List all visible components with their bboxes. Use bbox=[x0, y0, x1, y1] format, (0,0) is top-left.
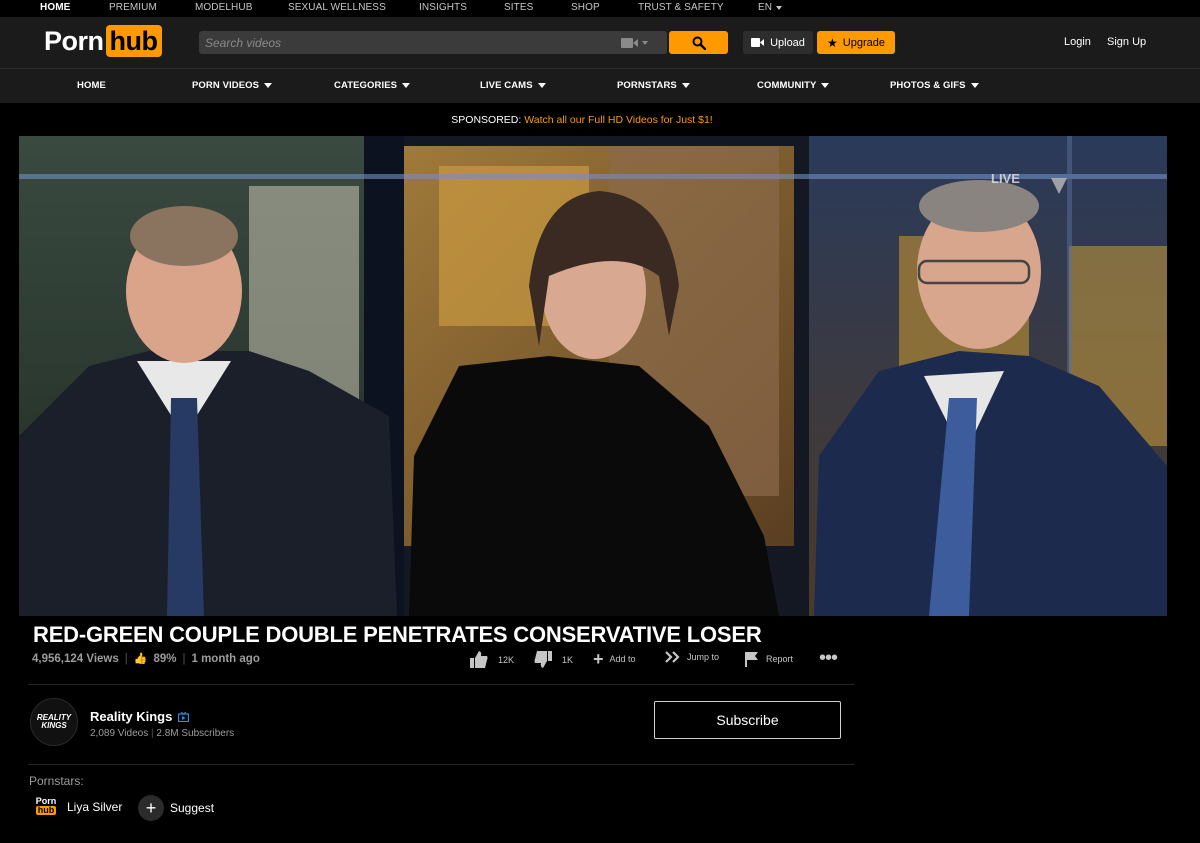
add-to-label: Add to bbox=[609, 654, 636, 664]
signup-link[interactable]: Sign Up bbox=[1107, 36, 1146, 48]
header: Porn hub Upload ★ Upgrade Login Sign Up bbox=[0, 17, 1200, 68]
divider bbox=[28, 684, 854, 685]
separator: | bbox=[182, 652, 186, 665]
top-nav-sites[interactable]: SITES bbox=[504, 2, 533, 13]
search-box bbox=[199, 31, 667, 54]
channel-name-row: Reality Kings bbox=[90, 709, 190, 724]
dislike-button[interactable]: 1K bbox=[534, 651, 573, 668]
top-nav-modelhub[interactable]: MODELHUB bbox=[195, 2, 252, 13]
chevron-down-icon bbox=[776, 5, 783, 10]
sponsored-label: SPONSORED: bbox=[451, 114, 522, 126]
pornstars-label: Pornstars: bbox=[29, 774, 84, 788]
nav-community-label: COMMUNITY bbox=[757, 80, 817, 91]
plus-icon: + bbox=[593, 649, 604, 669]
sponsored-banner: SPONSORED: Watch all our Full HD Videos … bbox=[0, 114, 1164, 126]
channel-subscriber-count: 2.8M Subscribers bbox=[156, 728, 235, 739]
video-frame bbox=[19, 136, 1167, 616]
upload-button[interactable]: Upload bbox=[743, 31, 813, 54]
suggest-label: Suggest bbox=[170, 801, 215, 815]
nav-photos-gifs[interactable]: PHOTOS & GIFS bbox=[890, 80, 979, 91]
top-nav-insights[interactable]: INSIGHTS bbox=[419, 2, 467, 13]
add-to-button[interactable]: + Add to bbox=[593, 649, 636, 669]
logo-porn-text: Porn bbox=[44, 25, 104, 56]
search-input[interactable] bbox=[199, 31, 609, 54]
chevron-down-icon bbox=[970, 83, 979, 88]
channel-avatar[interactable]: REALITY KINGS bbox=[30, 698, 78, 746]
upgrade-label: Upgrade bbox=[842, 36, 885, 49]
nav-live-cams-label: LIVE CAMS bbox=[480, 80, 533, 91]
video-title: RED-GREEN COUPLE DOUBLE PENETRATES CONSE… bbox=[33, 622, 762, 647]
login-link[interactable]: Login bbox=[1064, 36, 1091, 48]
more-dots-icon: ••• bbox=[819, 647, 838, 669]
pornstar-link[interactable]: Liya Silver bbox=[67, 800, 122, 814]
fast-forward-icon bbox=[665, 651, 680, 663]
rating-percent: 89% bbox=[153, 652, 177, 665]
like-button[interactable]: 12K bbox=[470, 651, 514, 668]
channel-video-count: 2,089 Videos bbox=[90, 728, 149, 739]
nav-community[interactable]: COMMUNITY bbox=[757, 80, 830, 91]
language-label: EN bbox=[758, 2, 773, 13]
chevron-down-icon bbox=[402, 83, 411, 88]
divider bbox=[28, 764, 854, 765]
suggest-button[interactable]: + Suggest bbox=[138, 795, 214, 821]
sponsored-link[interactable]: Watch all our Full HD Videos for Just $1… bbox=[524, 114, 713, 126]
nav-live-cams[interactable]: LIVE CAMS bbox=[480, 80, 546, 91]
nav-porn-videos[interactable]: PORN VIDEOS bbox=[192, 80, 273, 91]
top-bar: HOME PREMIUM MODELHUB SEXUAL WELLNESS IN… bbox=[0, 0, 1200, 17]
nav-pornstars[interactable]: PORNSTARS bbox=[617, 80, 690, 91]
chevron-down-icon bbox=[821, 83, 830, 88]
upload-label: Upload bbox=[770, 36, 805, 49]
top-nav-shop[interactable]: SHOP bbox=[571, 2, 600, 13]
dislike-count: 1K bbox=[562, 654, 574, 665]
chevron-down-icon bbox=[264, 83, 273, 88]
separator: | bbox=[124, 652, 128, 665]
subscribe-button[interactable]: Subscribe bbox=[654, 701, 841, 739]
chevron-down-icon bbox=[537, 83, 546, 88]
pornstar-badge-icon: Porn hub bbox=[35, 797, 57, 817]
jump-to-label: Jump to bbox=[687, 652, 720, 662]
main-nav: HOME PORN VIDEOS CATEGORIES LIVE CAMS PO… bbox=[0, 68, 1200, 103]
star-icon: ★ bbox=[827, 35, 838, 50]
upgrade-button[interactable]: ★ Upgrade bbox=[817, 31, 895, 54]
jump-to-button[interactable]: Jump to bbox=[665, 651, 719, 663]
nav-porn-videos-label: PORN VIDEOS bbox=[192, 80, 260, 91]
live-badge: LIVE bbox=[991, 171, 1020, 186]
nav-pornstars-label: PORNSTARS bbox=[617, 80, 677, 91]
top-nav-premium[interactable]: PREMIUM bbox=[109, 2, 157, 13]
search-icon bbox=[692, 36, 706, 50]
more-options-button[interactable]: ••• bbox=[819, 647, 838, 669]
top-nav-sexual-wellness[interactable]: SEXUAL WELLNESS bbox=[288, 2, 386, 13]
site-logo[interactable]: Porn hub bbox=[44, 24, 162, 58]
report-button[interactable]: Report bbox=[744, 651, 793, 667]
report-label: Report bbox=[766, 654, 794, 664]
flag-icon bbox=[745, 652, 758, 667]
video-player[interactable]: LIVE bbox=[19, 136, 1167, 616]
nav-photos-gifs-label: PHOTOS & GIFS bbox=[890, 80, 966, 91]
language-selector[interactable]: EN bbox=[758, 2, 783, 13]
plus-icon: + bbox=[138, 795, 164, 821]
video-camera-icon[interactable] bbox=[621, 36, 649, 50]
search-button[interactable] bbox=[669, 31, 728, 54]
channel-stats: 2,089 Videos | 2.8M Subscribers bbox=[90, 728, 234, 739]
thumbs-up-icon bbox=[470, 651, 488, 668]
channel-name[interactable]: Reality Kings bbox=[90, 709, 172, 724]
nav-categories-label: CATEGORIES bbox=[334, 80, 398, 91]
badge-hub-text: hub bbox=[35, 805, 57, 815]
upload-age: 1 month ago bbox=[191, 652, 260, 665]
video-meta: 4,956,124 Views | 👍 89% | 1 month ago bbox=[32, 652, 260, 666]
logo-hub-text: hub bbox=[105, 25, 162, 57]
nav-categories[interactable]: CATEGORIES bbox=[334, 80, 411, 91]
view-count: 4,956,124 Views bbox=[32, 652, 119, 665]
thumbs-up-icon: 👍 bbox=[133, 653, 148, 665]
thumbs-down-icon bbox=[534, 651, 552, 668]
top-nav-trust-safety[interactable]: TRUST & SAFETY bbox=[638, 2, 724, 13]
video-camera-icon bbox=[751, 38, 765, 47]
channel-badge-icon bbox=[178, 711, 190, 722]
channel-avatar-line2: KINGS bbox=[41, 721, 67, 730]
nav-home[interactable]: HOME bbox=[77, 80, 106, 91]
chevron-down-icon bbox=[681, 83, 690, 88]
like-count: 12K bbox=[498, 654, 515, 665]
nav-home-label: HOME bbox=[77, 80, 106, 91]
top-nav-home[interactable]: HOME bbox=[40, 2, 70, 13]
